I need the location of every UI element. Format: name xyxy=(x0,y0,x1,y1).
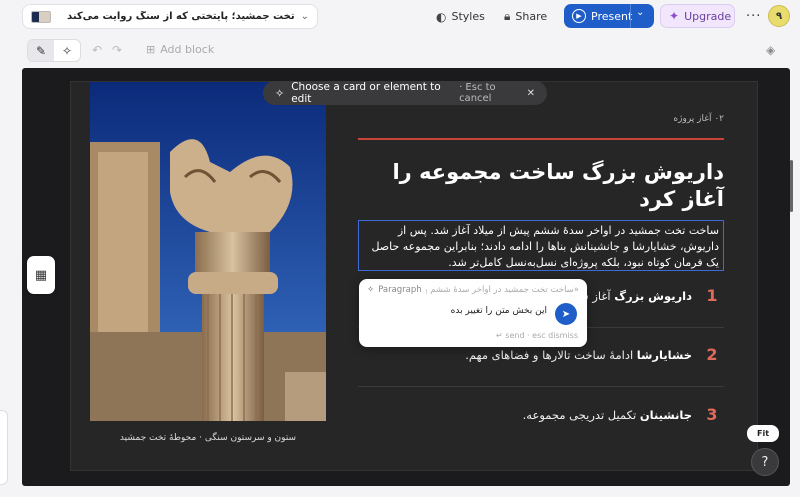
list-item[interactable]: 2 خشایارشا ادامهٔ ساخت تالارها و فضاهای … xyxy=(358,345,724,364)
column-capital-photo[interactable] xyxy=(90,82,326,421)
popover-context: ✧ Paragraph «ساخت تخت جمشید در اواخر سده… xyxy=(367,285,579,295)
avatar[interactable]: ۹ xyxy=(768,5,790,27)
redo-icon[interactable]: ↷ xyxy=(112,43,122,57)
photo-caption: ستون و سرستون سنگی · محوطهٔ تخت جمشید xyxy=(119,433,297,443)
more-menu-button[interactable]: ··· xyxy=(746,6,761,27)
selected-paragraph[interactable]: ساخت تخت جمشید در اواخر سدهٔ ششم پیش از … xyxy=(358,220,724,271)
edit-mode-group: ✎ ✧ xyxy=(27,39,81,62)
section-eyebrow[interactable]: ۰۲ آغاز پروژه xyxy=(600,114,724,124)
item-text: جانشینان تکمیل تدریجی مجموعه. xyxy=(523,408,692,422)
undo-icon[interactable]: ↶ xyxy=(92,43,102,57)
add-block-label: Add block xyxy=(160,43,215,56)
upgrade-label: Upgrade xyxy=(684,9,732,23)
present-label: Present xyxy=(591,9,633,23)
banner-text: Choose a card or element to edit xyxy=(291,81,441,105)
item-number: 3 xyxy=(706,405,718,424)
film-strip-icon[interactable]: ▦ xyxy=(27,256,55,294)
banner-hint: · Esc to cancel xyxy=(459,82,496,104)
palette-icon: ◐ xyxy=(436,9,447,24)
side-panel-tab[interactable] xyxy=(0,410,8,485)
popover-hint: ↵ send · esc dismiss xyxy=(496,331,578,340)
send-icon[interactable]: ➤ xyxy=(555,303,577,325)
layers-icon[interactable]: ◈ xyxy=(766,43,775,57)
styles-button[interactable]: ◐ Styles xyxy=(436,6,485,27)
fit-button[interactable]: Fit xyxy=(747,425,779,442)
item-bold: خشایارشا xyxy=(636,347,692,362)
list-divider xyxy=(358,386,724,387)
item-bold: جانشینان xyxy=(639,407,692,422)
sparkle-wand-icon: ✦ xyxy=(669,9,680,23)
editor-toolbar: ✎ ✧ ↶ ↷ ⊞ Add block ◈ xyxy=(22,36,790,64)
top-bar: تخت جمشید؛ پایتختی که از سنگ روایت می‌کن… xyxy=(0,0,800,33)
ai-prompt-input[interactable]: این بخش متن را تغییر بده xyxy=(367,306,547,316)
item-number: 1 xyxy=(706,286,718,305)
chevron-down-icon: ⌄ xyxy=(300,11,309,22)
item-number: 2 xyxy=(706,345,718,364)
ai-edit-popover: ✧ Paragraph «ساخت تخت جمشید در اواخر سده… xyxy=(359,279,587,347)
doc-title-selector[interactable]: تخت جمشید؛ پایتختی که از سنگ روایت می‌کن… xyxy=(22,4,318,29)
accent-divider xyxy=(358,138,724,140)
sparkle-icon: ✧ xyxy=(367,285,375,295)
share-button[interactable]: 🔒︎ Share xyxy=(504,6,547,27)
share-label: Share xyxy=(515,10,548,23)
doc-thumbnail-icon xyxy=(31,10,51,23)
ai-sparkle-icon[interactable]: ✧ xyxy=(54,40,80,61)
present-divider xyxy=(630,4,631,28)
close-icon[interactable]: ✕ xyxy=(527,88,535,99)
item-text: خشایارشا ادامهٔ ساخت تالارها و فضاهای مه… xyxy=(465,348,692,362)
help-button[interactable]: ? xyxy=(751,448,779,476)
choose-card-banner: ✧ Choose a card or element to edit · Esc… xyxy=(263,81,547,105)
pencil-icon[interactable]: ✎ xyxy=(28,40,54,61)
lock-icon: 🔒︎ xyxy=(504,9,511,23)
grid-plus-icon: ⊞ xyxy=(146,43,156,56)
slide-heading[interactable]: داریوش بزرگ ساخت مجموعه را آغاز کرد xyxy=(358,159,724,213)
present-options-chevron-icon[interactable]: ⌄ xyxy=(636,7,644,18)
item-rest: ادامهٔ ساخت تالارها و فضاهای مهم. xyxy=(465,347,637,362)
add-block-button[interactable]: ⊞ Add block xyxy=(146,43,214,56)
play-icon: ▶ xyxy=(572,9,586,23)
doc-title: تخت جمشید؛ پایتختی که از سنگ روایت می‌کن… xyxy=(67,11,295,22)
styles-label: Styles xyxy=(451,10,485,23)
list-item[interactable]: 3 جانشینان تکمیل تدریجی مجموعه. xyxy=(358,405,724,424)
scrollbar[interactable] xyxy=(790,160,793,212)
popover-label: Paragraph xyxy=(378,285,422,295)
item-bold: داریوش بزرگ xyxy=(614,288,692,303)
sparkle-icon: ✧ xyxy=(275,86,285,100)
upgrade-button[interactable]: ✦ Upgrade xyxy=(660,4,735,28)
item-rest: تکمیل تدریجی مجموعه. xyxy=(522,407,640,422)
popover-context-text: «ساخت تخت جمشید در اواخر سدهٔ ششم پیش از… xyxy=(426,285,579,295)
